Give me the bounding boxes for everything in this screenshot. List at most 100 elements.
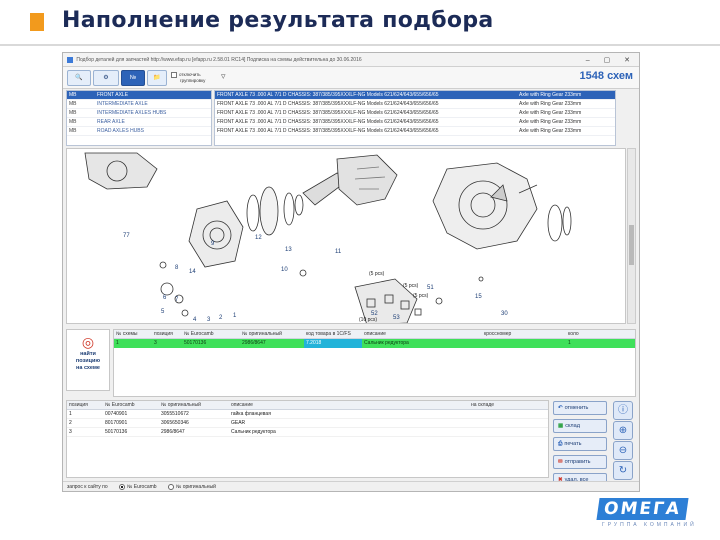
column-header[interactable]: № Eurocamb <box>103 401 159 409</box>
отправить-button[interactable]: ✉ отправить <box>553 455 607 469</box>
callout[interactable]: 15 <box>475 294 482 300</box>
action-label: печать <box>564 441 582 447</box>
callout[interactable]: 6 <box>163 295 166 301</box>
zoom-in-icon[interactable]: ⊕ <box>613 421 633 440</box>
parts-table-row[interactable]: 1 3 50170136 2986/8647 7.2018 Сальник редукто… <box>114 339 635 348</box>
callout[interactable]: 30 <box>501 311 508 317</box>
scheme-list-item[interactable]: FRONT AXLE 73 .000 AL 7/1 D CHASSIS: 387… <box>215 109 615 118</box>
scheme-list-item[interactable]: FRONT AXLE 73 .000 AL 7/1 D CHASSIS: 387… <box>215 127 615 136</box>
window-controls[interactable]: ‒ ▢ ✕ <box>586 54 636 68</box>
find-on-scheme-button[interactable]: ◎ найти позицию на схеме <box>66 329 110 391</box>
callout[interactable]: 12 <box>255 235 262 241</box>
exploded-diagram[interactable]: 77 9 12 13 11 8 10 14 6 7 5 4 3 2 1 15 3… <box>66 148 626 324</box>
callout[interactable]: 13 <box>285 247 292 253</box>
info-icon[interactable]: ⓘ <box>613 401 633 420</box>
group-list-item[interactable]: MB INTERMEDIATE AXLE <box>67 100 211 109</box>
callout[interactable]: 10 <box>281 267 288 273</box>
target-icon: ◎ <box>81 334 95 350</box>
diagram-drawing <box>84 152 572 323</box>
group-name: INTERMEDIATE AXLE <box>97 101 148 107</box>
scheme-count: 1548 схем <box>579 70 633 82</box>
column-header[interactable]: код товара в 1С/FS <box>304 330 362 338</box>
radio-original[interactable] <box>167 483 174 490</box>
scheme-note: Axle with Ring Gear 233mm <box>519 128 582 134</box>
parts-table: № схемы позиция № Eurocamb № оригинальный ко… <box>113 329 636 397</box>
bullet-square-icon <box>30 13 44 31</box>
scheme-list-item[interactable]: FRONT AXLE 73 .000 AL 7/1 D CHASSIS: 387… <box>215 91 615 100</box>
parts-button[interactable]: ⚙ <box>93 70 119 86</box>
title-divider <box>0 44 720 46</box>
group-toggle[interactable]: отключить группировку <box>171 72 205 84</box>
find-label-1: найти <box>80 351 96 357</box>
group-list-item[interactable]: MB REAR AXLE <box>67 118 211 127</box>
callout[interactable]: 7 <box>175 297 178 303</box>
column-header[interactable]: позиция <box>152 330 182 338</box>
scheme-list-item[interactable]: FRONT AXLE 73 .000 AL 7/1 D CHASSIS: 387… <box>215 100 615 109</box>
qty-label: (5 pcs) <box>369 271 385 277</box>
column-header[interactable]: коло <box>566 330 606 338</box>
scrollbar-thumb[interactable] <box>629 225 634 265</box>
callout[interactable]: 2 <box>219 315 222 321</box>
group-list-item[interactable]: MB ROAD AXLES HUBS <box>67 127 211 136</box>
search-button[interactable]: 🔍 <box>67 70 91 86</box>
filter-icon[interactable]: ▿ <box>221 71 226 82</box>
callout[interactable]: 9 <box>211 241 214 247</box>
refresh-icon[interactable]: ↻ <box>613 461 633 480</box>
app-window: Подбор деталей для запчастей http://www.… <box>62 52 640 492</box>
callout[interactable]: 77 <box>123 233 130 239</box>
group-list-item[interactable]: MB FRONT AXLE <box>67 91 211 100</box>
callout[interactable]: 4 <box>193 317 196 323</box>
callout[interactable]: 53 <box>393 315 400 321</box>
table-row[interactable]: 3 50170136 2986/8647 Сальник редуктора <box>67 428 548 437</box>
склад-button[interactable]: ▦ склад <box>553 419 607 433</box>
app-icon <box>67 56 73 63</box>
table-cell: 3055510672 <box>161 411 189 417</box>
diagram-scrollbar[interactable] <box>627 148 636 324</box>
column-header[interactable]: кроссномер <box>482 330 566 338</box>
slide-title: Наполнение результата подбора <box>62 8 494 33</box>
column-header[interactable]: № оригинальный <box>159 401 229 409</box>
callout[interactable]: 14 <box>189 269 196 275</box>
callout[interactable]: 51 <box>427 285 434 291</box>
window-title: Подбор деталей для запчастей http://www.… <box>76 57 362 63</box>
callout[interactable]: 5 <box>161 309 164 315</box>
number-search-button[interactable]: № <box>121 70 145 86</box>
column-header[interactable]: позиция <box>67 401 103 409</box>
table-cell: 50170136 <box>105 429 128 435</box>
selection-table-header: позиция № Eurocamb № оригинальный описание н… <box>67 401 548 410</box>
column-header[interactable]: № Eurocamb <box>182 330 240 338</box>
column-header[interactable]: на складе <box>469 401 529 409</box>
column-header[interactable]: описание <box>229 401 369 409</box>
radio-eurocamb[interactable] <box>119 483 125 490</box>
callout[interactable]: 1 <box>233 313 236 319</box>
zoom-out-icon[interactable]: ⊖ <box>613 441 633 460</box>
column-header[interactable]: описание <box>362 330 482 338</box>
scheme-name: FRONT AXLE 73 .000 AL 7/1 D CHASSIS: 387… <box>217 128 439 134</box>
parts-table-header: № схемы позиция № Eurocamb № оригинальный ко… <box>114 330 635 339</box>
callout[interactable]: 8 <box>175 265 178 271</box>
scheme-list-item[interactable]: FRONT AXLE 73 .000 AL 7/1 D CHASSIS: 387… <box>215 118 615 127</box>
logo-wordmark: ОМЕГА <box>596 498 689 520</box>
folder-button[interactable]: 📁 <box>147 70 167 86</box>
печать-button[interactable]: ⎙ печать <box>553 437 607 451</box>
table-row[interactable]: 2 80170901 3065650346 GEAR <box>67 419 548 428</box>
logo-tagline: ГРУППА КОМПАНИЙ <box>602 522 697 528</box>
selection-table-body: 1 00740901 3055510672 гайка фланцевая 2 80170… <box>67 410 548 437</box>
column-header[interactable]: № оригинальный <box>240 330 304 338</box>
table-cell: 1 <box>568 340 571 346</box>
column-header[interactable]: № схемы <box>114 330 152 338</box>
table-row[interactable]: 1 00740901 3055510672 гайка фланцевая <box>67 410 548 419</box>
callout[interactable]: 3 <box>207 317 210 323</box>
group-name: ROAD AXLES HUBS <box>97 128 144 134</box>
отменить-button[interactable]: ↶ отменить <box>553 401 607 415</box>
callout[interactable]: 11 <box>335 249 341 255</box>
group-list-item[interactable]: MB INTERMEDIATE AXLES HUBS <box>67 109 211 118</box>
group-name: REAR AXLE <box>97 119 125 125</box>
table-cell: 3 <box>69 429 72 435</box>
group-toggle-checkbox[interactable] <box>171 72 177 78</box>
send-icon: ✉ <box>558 459 563 465</box>
selection-table: позиция № Eurocamb № оригинальный описание н… <box>66 400 549 478</box>
action-buttons: ↶ отменить ▦ склад ⎙ печать ✉ отправить ✖ удал. в… <box>553 401 609 491</box>
slide-header: Наполнение результата подбора <box>0 0 720 46</box>
action-label: отправить <box>564 459 591 465</box>
